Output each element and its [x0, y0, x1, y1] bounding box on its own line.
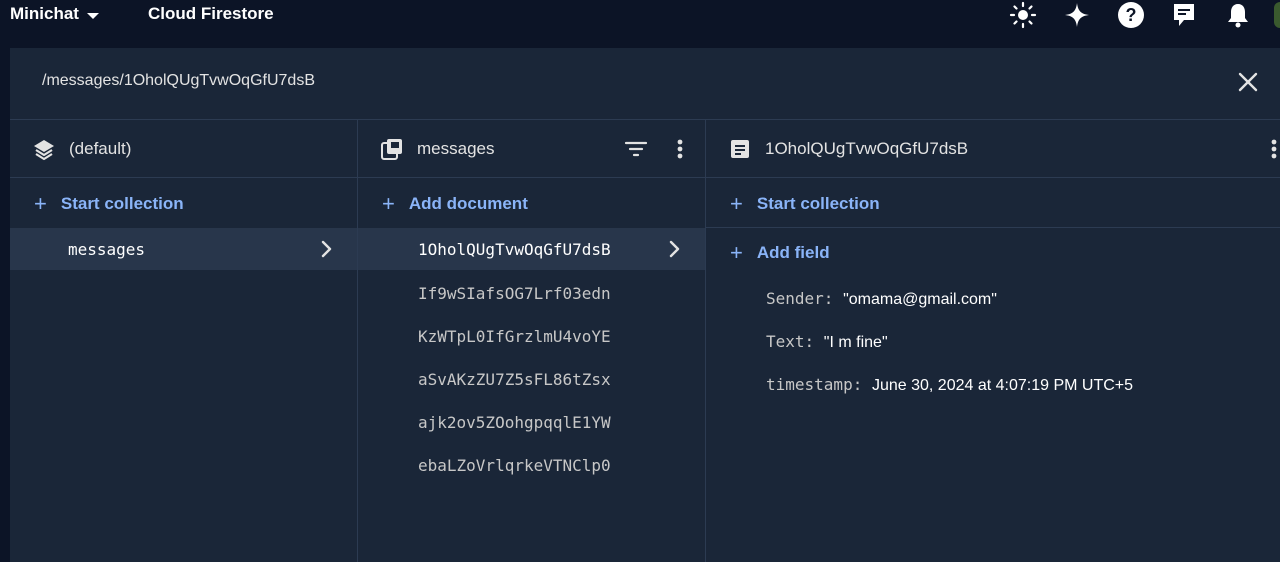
document-column: 1OholQUgTvwOqGfU7dsB + Start collection … [706, 120, 1280, 562]
path-bar: /messages/1OholQUgTvwOqGfU7dsB [10, 48, 1280, 120]
document-item[interactable]: ajk2ov5ZOohgpqqlE1YW [418, 413, 611, 432]
add-document-label: Add document [408, 194, 528, 213]
plus-icon: + [730, 191, 743, 216]
database-column: (default) + Start collection messages [10, 120, 358, 562]
field-value: "omama@gmail.com" [843, 291, 997, 308]
add-field-button[interactable]: + Add field [730, 242, 830, 264]
document-title: 1OholQUgTvwOqGfU7dsB [765, 139, 969, 158]
start-collection-button[interactable]: + Start collection [34, 193, 184, 215]
start-collection-button[interactable]: + Start collection [730, 193, 880, 215]
document-item[interactable]: If9wSIafsOG7Lrf03edn [418, 284, 611, 303]
collection-icon [380, 137, 404, 161]
document-id: 1OholQUgTvwOqGfU7dsB [418, 240, 611, 259]
field-row[interactable]: Sender: "omama@gmail.com" [766, 289, 997, 309]
field-key: Text: [766, 332, 824, 351]
plus-icon: + [34, 191, 47, 216]
top-bar: Minichat Cloud Firestore ? [0, 0, 1280, 32]
add-field-label: Add field [756, 243, 830, 262]
field-row[interactable]: Text: "I m fine" [766, 332, 888, 352]
theme-icon[interactable] [1009, 1, 1037, 29]
collection-item-messages[interactable]: messages [10, 228, 357, 270]
chevron-down-icon [86, 12, 99, 19]
document-item[interactable]: aSvAKzZU7Z5sFL86tZsx [418, 370, 611, 389]
add-document-button[interactable]: + Add document [382, 193, 528, 215]
field-key: timestamp: [766, 375, 872, 394]
document-item[interactable]: ebaLZoVrlqrkeVTNClp0 [418, 456, 611, 475]
svg-text:?: ? [1126, 5, 1137, 25]
divider [706, 227, 1280, 228]
database-header: (default) [10, 120, 357, 178]
more-vert-icon[interactable] [1268, 137, 1280, 161]
sparkle-icon[interactable] [1063, 1, 1091, 29]
collection-item-label: messages [68, 240, 146, 259]
product-title: Cloud Firestore [148, 4, 274, 23]
document-icon [728, 137, 752, 161]
firestore-panel: /messages/1OholQUgTvwOqGfU7dsB (default)… [10, 48, 1280, 562]
field-key: Sender: [766, 289, 844, 308]
plus-icon: + [382, 191, 395, 216]
document-path[interactable]: /messages/1OholQUgTvwOqGfU7dsB [42, 72, 315, 90]
chevron-right-icon [663, 238, 685, 260]
avatar[interactable] [1274, 2, 1280, 28]
help-icon[interactable]: ? [1117, 1, 1145, 29]
feedback-icon[interactable] [1170, 1, 1198, 29]
collection-title: messages [417, 139, 495, 158]
notifications-icon[interactable] [1224, 1, 1252, 29]
field-value: "I m fine" [823, 334, 888, 351]
database-title: (default) [69, 139, 132, 158]
filter-icon[interactable] [624, 137, 648, 161]
document-item[interactable]: KzWTpL0IfGrzlmU4voYE [418, 327, 611, 346]
chevron-right-icon [315, 238, 337, 260]
more-vert-icon[interactable] [674, 137, 686, 161]
project-switcher[interactable]: Minichat [10, 4, 99, 24]
close-icon[interactable] [1234, 68, 1262, 96]
project-name: Minichat [10, 4, 79, 23]
database-stack-icon [32, 137, 56, 161]
collection-header: messages [358, 120, 705, 178]
document-item-selected[interactable]: 1OholQUgTvwOqGfU7dsB [358, 228, 705, 270]
field-row[interactable]: timestamp: June 30, 2024 at 4:07:19 PM U… [766, 375, 1133, 395]
document-header: 1OholQUgTvwOqGfU7dsB [706, 120, 1280, 178]
start-collection-label: Start collection [756, 194, 880, 213]
start-collection-label: Start collection [60, 194, 184, 213]
collection-column: messages + Add document 1OholQUgTvwOqGfU… [358, 120, 706, 562]
plus-icon: + [730, 240, 743, 265]
field-value: June 30, 2024 at 4:07:19 PM UTC+5 [871, 377, 1134, 394]
